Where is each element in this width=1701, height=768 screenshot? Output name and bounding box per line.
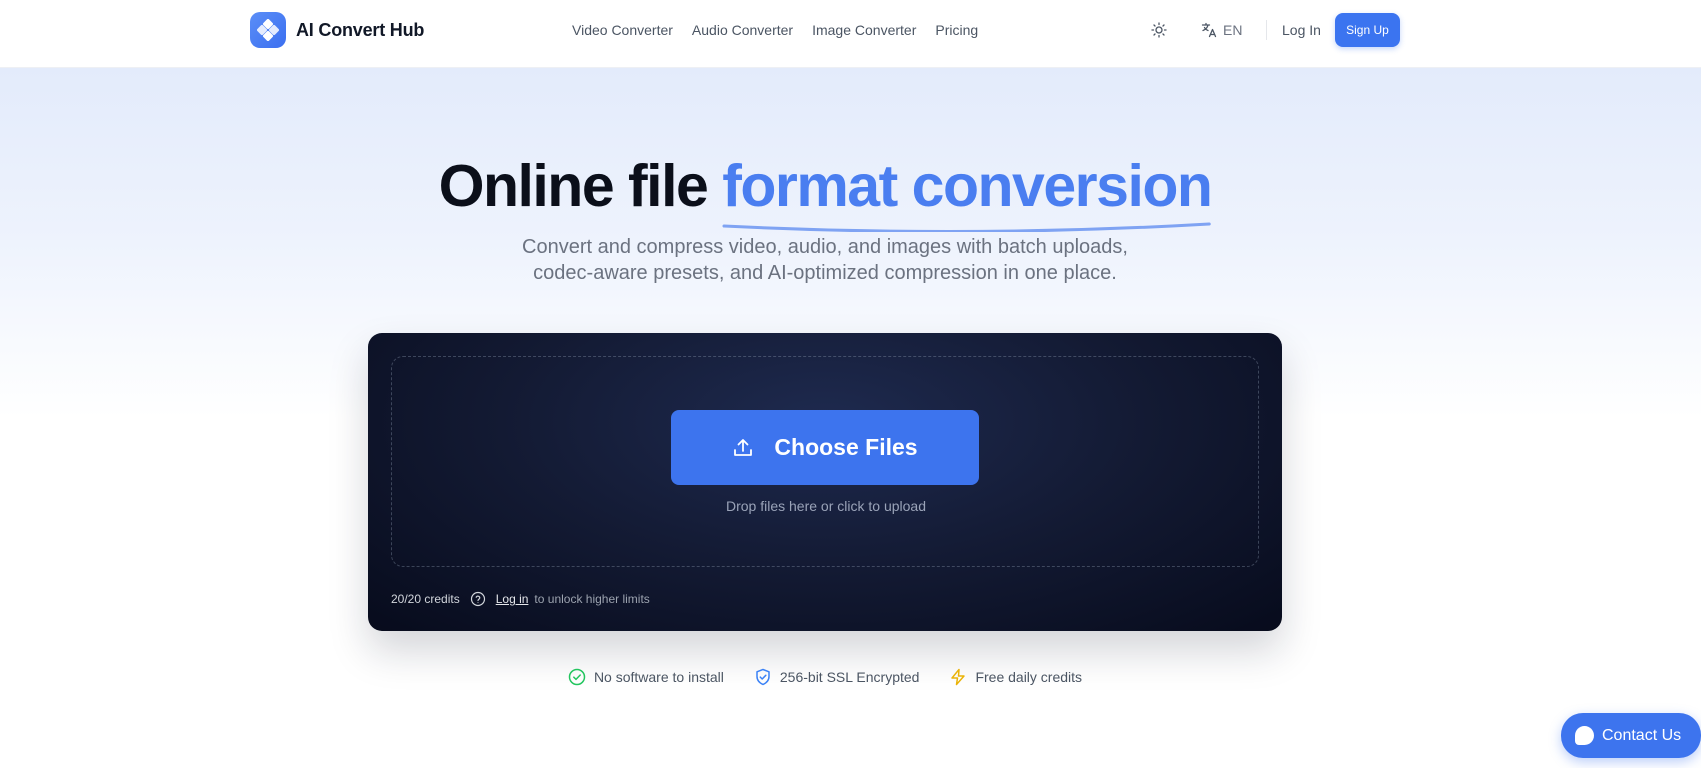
- choose-files-label: Choose Files: [774, 434, 918, 460]
- hero-subtitle-line-2: codec-aware presets, and AI-optimized co…: [533, 262, 1117, 284]
- credits-count: 20/20 credits: [391, 592, 460, 606]
- main-nav: Video Converter Audio Converter Image Co…: [572, 19, 978, 41]
- file-dropzone[interactable]: Choose Files Drop files here or click to…: [391, 356, 1259, 567]
- feature-item: 256-bit SSL Encrypted: [754, 668, 920, 686]
- translate-icon: [1201, 22, 1217, 38]
- nav-video-converter[interactable]: Video Converter: [572, 19, 673, 41]
- logo-icon: [250, 12, 286, 48]
- hero-title-accent-text: format conversion: [722, 153, 1213, 219]
- sun-icon: [1151, 22, 1167, 38]
- hero-subtitle-line-1: Convert and compress video, audio, and i…: [522, 236, 1128, 258]
- theme-toggle-button[interactable]: [1149, 20, 1169, 40]
- help-circle-icon[interactable]: [470, 591, 486, 607]
- title-underline-decoration: [722, 222, 1211, 232]
- feature-label: Free daily credits: [975, 669, 1083, 685]
- hero-subtitle: Convert and compress video, audio, and i…: [0, 234, 1650, 286]
- contact-us-button[interactable]: Contact Us: [1561, 713, 1701, 758]
- signup-button[interactable]: Sign Up: [1335, 13, 1400, 47]
- chat-bubble-icon: [1575, 726, 1594, 745]
- feature-label: 256-bit SSL Encrypted: [779, 669, 920, 685]
- feature-list: No software to install 256-bit SSL Encry…: [0, 668, 1650, 686]
- shield-check-icon: [756, 668, 770, 686]
- top-navbar: AI Convert Hub Video Converter Audio Con…: [0, 0, 1701, 68]
- language-selector[interactable]: EN: [1201, 19, 1242, 41]
- drop-hint-text: Drop files here or click to upload: [726, 498, 926, 514]
- brand-logo[interactable]: AI Convert Hub: [250, 11, 424, 49]
- hero-title: Online file format conversion: [0, 150, 1650, 232]
- nav-image-converter[interactable]: Image Converter: [812, 19, 916, 41]
- brand-name: AI Convert Hub: [296, 19, 425, 40]
- lightning-icon: [951, 668, 966, 686]
- upload-panel: Choose Files Drop files here or click to…: [368, 333, 1282, 631]
- contact-us-label: Contact Us: [1602, 726, 1682, 744]
- check-circle-icon: [568, 668, 586, 686]
- credits-login-suffix: to unlock higher limits: [534, 592, 650, 606]
- language-label: EN: [1223, 22, 1243, 38]
- feature-label: No software to install: [593, 669, 724, 685]
- header-divider: [1266, 20, 1267, 40]
- feature-item: Free daily credits: [949, 668, 1082, 686]
- nav-pricing[interactable]: Pricing: [935, 19, 978, 41]
- choose-files-button[interactable]: Choose Files: [671, 410, 979, 485]
- nav-audio-converter[interactable]: Audio Converter: [692, 19, 793, 41]
- hero-title-accent: format conversion: [722, 150, 1213, 232]
- credits-info: 20/20 credits Log in to unlock higher li…: [391, 591, 650, 607]
- upload-icon: [734, 438, 753, 456]
- hero-title-plain: Online file: [438, 153, 723, 219]
- credits-login-link[interactable]: Log in: [496, 592, 529, 606]
- feature-item: No software to install: [568, 668, 724, 686]
- login-link[interactable]: Log In: [1282, 19, 1321, 41]
